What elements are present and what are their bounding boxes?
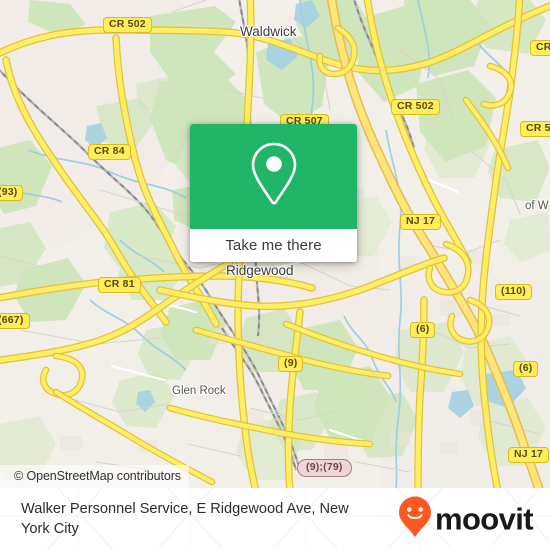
moovit-wordmark: moovit [434,501,534,536]
place-title: Walker Personnel Service, E Ridgewood Av… [21,501,349,537]
road-shield-cr502-west[interactable]: CR 502 [103,17,152,33]
place-callout-card[interactable]: Take me there [190,124,357,262]
take-me-there-button[interactable]: Take me there [225,237,321,254]
osm-attribution[interactable]: © OpenStreetMap contributors [0,465,189,488]
road-shield-193[interactable]: (93) [0,185,24,201]
road-shield-9[interactable]: (9) [278,356,304,372]
map-place-label-ridgewood: Ridgewood [226,263,294,278]
road-shield-cr-top-right[interactable]: CR [530,40,550,56]
road-shield-cr81[interactable]: CR 81 [98,277,141,293]
road-shield-nj17-mid[interactable]: NJ 17 [400,214,442,230]
footer-bar: Walker Personnel Service, E Ridgewood Av… [0,488,550,550]
moovit-brand[interactable]: moovit [398,496,534,543]
road-shield-9-79[interactable]: (9);(79) [297,459,352,477]
moovit-smiley-pin-icon [398,496,432,543]
map-canvas[interactable]: .green { fill:#cfe5bb; } .green2 { fill:… [0,0,550,488]
road-shield-nj17-bottom[interactable]: NJ 17 [508,447,550,463]
road-shield-110[interactable]: (110) [495,284,532,300]
road-shield-cr5-right[interactable]: CR 5 [520,121,550,137]
moovit-place-screen: .green { fill:#cfe5bb; } .green2 { fill:… [0,0,550,550]
road-shield-cr84[interactable]: CR 84 [88,144,131,160]
road-shield-6-upper[interactable]: (6) [410,322,436,338]
card-pin-area [190,124,357,229]
map-place-label-of-w: of W [525,200,549,212]
map-pin-icon [246,139,302,214]
road-shield-667[interactable]: (667) [0,313,30,329]
card-cta-area[interactable]: Take me there [190,229,357,262]
map-place-label-waldwick: Waldwick [240,24,297,39]
road-shield-cr502-east[interactable]: CR 502 [391,99,440,115]
map-place-label-glen: Glen Rock [172,385,226,397]
road-shield-6-lower[interactable]: (6) [513,361,539,377]
